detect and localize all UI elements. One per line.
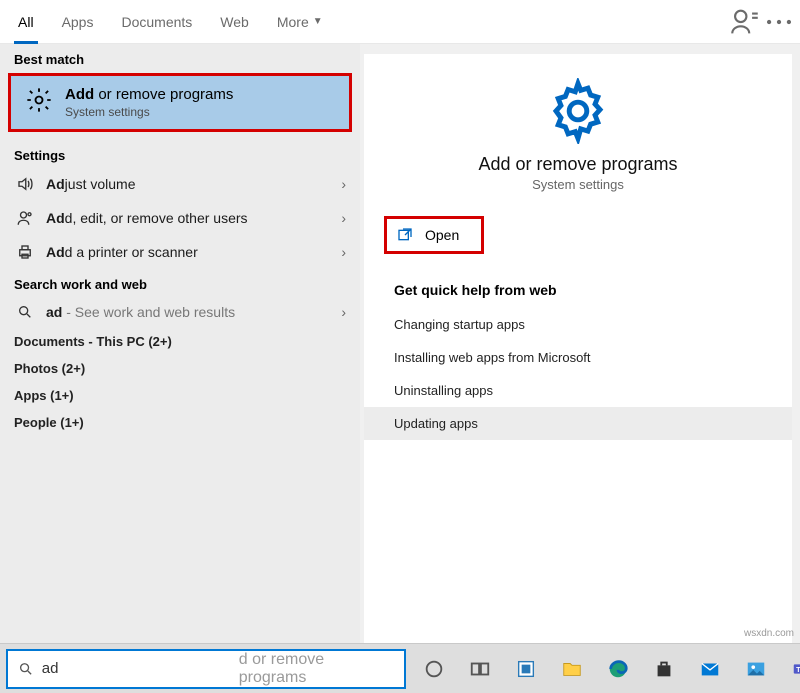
help-header: Get quick help from web <box>364 254 792 308</box>
help-item-startup[interactable]: Changing startup apps <box>364 308 792 341</box>
search-ghost-text: d or remove programs <box>239 651 394 687</box>
user-icon <box>14 209 36 227</box>
search-box[interactable]: d or remove programs <box>6 649 406 689</box>
category-photos[interactable]: Photos (2+) <box>0 355 360 382</box>
tab-all[interactable]: All <box>4 0 48 44</box>
result-add-users[interactable]: Add, edit, or remove other users › <box>0 201 360 235</box>
category-people[interactable]: People (1+) <box>0 409 360 436</box>
explorer-icon[interactable] <box>552 649 592 689</box>
open-button[interactable]: Open <box>384 216 484 254</box>
filter-tabs: All Apps Documents Web More▼ <box>0 0 800 44</box>
teams-icon[interactable]: T <box>782 649 800 689</box>
help-item-update[interactable]: Updating apps <box>364 407 792 440</box>
section-settings: Settings <box>0 140 360 167</box>
volume-icon <box>14 175 36 193</box>
detail-panel: Add or remove programs System settings O… <box>364 54 792 643</box>
help-item-uninstall[interactable]: Uninstalling apps <box>364 374 792 407</box>
result-add-printer[interactable]: Add a printer or scanner › <box>0 235 360 269</box>
printer-icon <box>14 243 36 261</box>
category-apps[interactable]: Apps (1+) <box>0 382 360 409</box>
section-search-web: Search work and web <box>0 269 360 296</box>
results-panel: Best match Add or remove programs System… <box>0 44 360 643</box>
detail-subtitle: System settings <box>364 177 792 192</box>
chevron-right-icon: › <box>341 176 346 192</box>
result-adjust-volume[interactable]: Adjust volume › <box>0 167 360 201</box>
chevron-right-icon: › <box>341 304 346 320</box>
photos-icon[interactable] <box>736 649 776 689</box>
gear-icon <box>364 78 792 144</box>
best-match-subtitle: System settings <box>65 105 233 119</box>
help-item-webapps[interactable]: Installing web apps from Microsoft <box>364 341 792 374</box>
search-icon <box>18 661 34 677</box>
task-view-icon[interactable] <box>460 649 500 689</box>
detail-title: Add or remove programs <box>364 154 792 175</box>
search-icon <box>14 304 36 320</box>
more-icon[interactable] <box>762 5 796 39</box>
files-app-icon[interactable] <box>506 649 546 689</box>
tab-documents[interactable]: Documents <box>107 0 206 44</box>
chevron-right-icon: › <box>341 210 346 226</box>
main-content: Best match Add or remove programs System… <box>0 44 800 643</box>
tab-web[interactable]: Web <box>206 0 263 44</box>
open-icon <box>397 227 413 243</box>
watermark: wsxdn.com <box>744 628 794 639</box>
taskbar: d or remove programs T <box>0 643 800 693</box>
cortana-icon[interactable] <box>414 649 454 689</box>
chevron-down-icon: ▼ <box>313 16 323 27</box>
mail-icon[interactable] <box>690 649 730 689</box>
best-match-result[interactable]: Add or remove programs System settings <box>8 73 352 132</box>
svg-text:T: T <box>796 664 800 673</box>
result-web-search[interactable]: ad - See work and web results › <box>0 296 360 328</box>
tab-apps[interactable]: Apps <box>48 0 108 44</box>
search-input[interactable] <box>42 660 241 677</box>
best-match-title: Add or remove programs <box>65 86 233 103</box>
edge-icon[interactable] <box>598 649 638 689</box>
store-icon[interactable] <box>644 649 684 689</box>
category-documents[interactable]: Documents - This PC (2+) <box>0 328 360 355</box>
tab-more[interactable]: More▼ <box>263 0 337 44</box>
feedback-icon[interactable] <box>728 5 762 39</box>
gear-icon <box>25 86 53 119</box>
section-best-match: Best match <box>0 44 360 71</box>
chevron-right-icon: › <box>341 244 346 260</box>
